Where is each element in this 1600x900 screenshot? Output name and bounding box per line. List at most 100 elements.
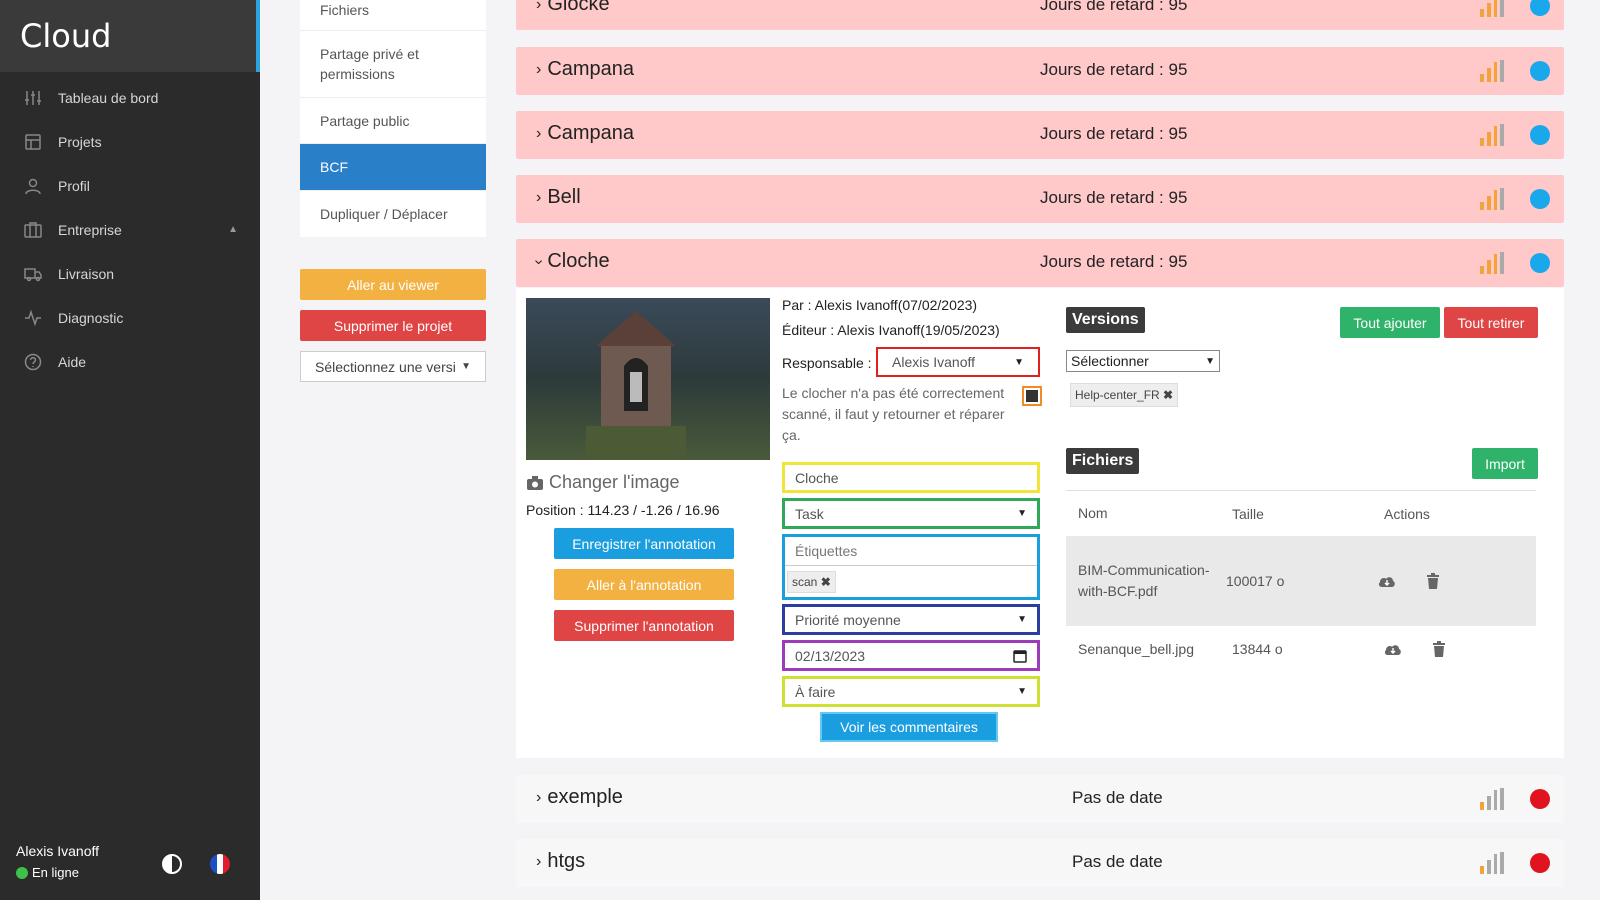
edit-description-icon[interactable] bbox=[1022, 386, 1042, 406]
column-size: Taille bbox=[1232, 505, 1264, 522]
topic-title-label: Bell bbox=[547, 186, 581, 208]
labels-input[interactable]: Étiquettes bbox=[785, 537, 1037, 566]
chevron-down-icon: ▼ bbox=[1014, 356, 1024, 368]
status-select[interactable]: À faire ▼ bbox=[782, 676, 1040, 707]
sidebar-item-label: Entreprise bbox=[58, 222, 122, 238]
position-text: Position : 114.23 / -1.26 / 16.96 bbox=[526, 502, 720, 518]
title-value: Cloche bbox=[795, 469, 839, 486]
status-value: À faire bbox=[795, 683, 836, 700]
priority-bars-icon bbox=[1480, 852, 1504, 874]
menu-item-duplicate[interactable]: Dupliquer / Déplacer bbox=[300, 191, 486, 237]
change-image-button[interactable]: Changer l'image bbox=[526, 472, 680, 493]
sidebar-item-delivery[interactable]: Livraison bbox=[0, 252, 260, 296]
chevron-down-icon: › bbox=[530, 258, 548, 265]
trash-icon[interactable] bbox=[1432, 641, 1446, 657]
version-select[interactable]: Sélectionnez une versi ▼ bbox=[300, 351, 486, 382]
sidebar-item-dashboard[interactable]: Tableau de bord bbox=[0, 76, 260, 120]
topic-row[interactable]: › htgs Pas de date bbox=[516, 839, 1564, 887]
priority-bars-icon bbox=[1480, 124, 1504, 146]
project-menu: Fichiers Partage privé et permissions Pa… bbox=[300, 0, 486, 382]
status-dot-icon bbox=[1530, 189, 1550, 209]
cloud-download-icon[interactable] bbox=[1384, 642, 1402, 656]
brand[interactable]: Cloud bbox=[0, 0, 260, 72]
column-actions: Actions bbox=[1384, 505, 1430, 522]
labels-field[interactable]: Étiquettes scan ✖ bbox=[782, 534, 1040, 600]
editor-text: Éditeur : Alexis Ivanoff(19/05/2023) bbox=[782, 322, 1000, 338]
sidebar-item-company[interactable]: Entreprise ▲ bbox=[0, 208, 260, 252]
topic-row[interactable]: › Glocke Jours de retard : 95 bbox=[516, 0, 1564, 30]
sidebar-item-profile[interactable]: Profil bbox=[0, 164, 260, 208]
topic-title-label: Cloche bbox=[547, 250, 610, 272]
french-flag-icon[interactable] bbox=[210, 854, 230, 874]
save-annotation-button[interactable]: Enregistrer l'annotation bbox=[554, 528, 734, 559]
due-date-input[interactable]: 02/13/2023 bbox=[782, 640, 1040, 671]
cloud-download-icon[interactable] bbox=[1378, 574, 1396, 588]
chevron-down-icon: ▼ bbox=[1017, 508, 1027, 519]
sidebar-item-projects[interactable]: Projets bbox=[0, 120, 260, 164]
version-tag-text: Help-center_FR bbox=[1075, 388, 1160, 402]
table-row: Senanque_bell.jpg 13844 o bbox=[1066, 626, 1536, 672]
topic-due: Jours de retard : 95 bbox=[1040, 124, 1188, 143]
chevron-down-icon: ▼ bbox=[461, 361, 471, 372]
table-header: Nom Taille Actions bbox=[1066, 490, 1536, 536]
type-select[interactable]: Task ▼ bbox=[782, 498, 1040, 529]
delete-project-button[interactable]: Supprimer le projet bbox=[300, 310, 486, 341]
priority-select[interactable]: Priorité moyenne ▼ bbox=[782, 604, 1040, 635]
remove-all-button[interactable]: Tout retirer bbox=[1444, 307, 1538, 338]
chevron-right-icon: › bbox=[536, 788, 542, 806]
priority-bars-icon bbox=[1480, 0, 1504, 17]
responsible-select[interactable]: Alexis Ivanoff ▼ bbox=[876, 347, 1040, 377]
topic-row-expanded[interactable]: › Cloche Jours de retard : 95 bbox=[516, 239, 1564, 287]
topic-title: › Glocke bbox=[536, 0, 610, 16]
chevron-down-icon: ▼ bbox=[1205, 355, 1215, 367]
version-select-detail[interactable]: Sélectionner ▼ bbox=[1066, 350, 1220, 372]
topic-row[interactable]: › Campana Jours de retard : 95 bbox=[516, 111, 1564, 159]
menu-item-bcf[interactable]: BCF bbox=[300, 144, 486, 191]
topic-row[interactable]: › exemple Pas de date bbox=[516, 775, 1564, 823]
view-comments-button[interactable]: Voir les commentaires bbox=[820, 712, 998, 742]
menu-item-public-sharing[interactable]: Partage public bbox=[300, 98, 486, 144]
sidebar-item-label: Projets bbox=[58, 134, 102, 150]
chevron-down-icon: ▼ bbox=[1017, 614, 1027, 625]
calendar-icon[interactable] bbox=[1013, 649, 1027, 663]
type-value: Task bbox=[795, 505, 824, 522]
sidebar-item-help[interactable]: Aide bbox=[0, 340, 260, 384]
priority-bars-icon bbox=[1480, 60, 1504, 82]
add-all-button[interactable]: Tout ajouter bbox=[1340, 307, 1440, 338]
chevron-right-icon: › bbox=[536, 124, 542, 142]
topic-due: Pas de date bbox=[1072, 788, 1163, 807]
contrast-toggle-icon[interactable] bbox=[162, 854, 182, 874]
version-tag: Help-center_FR ✖ bbox=[1070, 383, 1179, 407]
column-name: Nom bbox=[1078, 505, 1108, 521]
description-text: Le clocher n'a pas été correctement scan… bbox=[782, 385, 1005, 443]
responsible-value: Alexis Ivanoff bbox=[892, 354, 976, 370]
help-icon bbox=[24, 353, 42, 371]
status-dot-icon bbox=[1530, 853, 1550, 873]
remove-tag-icon[interactable]: ✖ bbox=[821, 575, 831, 589]
title-input[interactable]: Cloche bbox=[782, 462, 1040, 493]
user-name: Alexis Ivanoff bbox=[16, 843, 100, 859]
topic-row[interactable]: › Campana Jours de retard : 95 bbox=[516, 47, 1564, 95]
import-button[interactable]: Import bbox=[1472, 448, 1538, 479]
label-tag-text: scan bbox=[792, 575, 818, 589]
chevron-up-icon[interactable]: ▲ bbox=[228, 224, 238, 235]
file-actions bbox=[1372, 573, 1530, 589]
goto-annotation-button[interactable]: Aller à l'annotation bbox=[554, 569, 734, 600]
files-table: Nom Taille Actions BIM-Communication-wit… bbox=[1066, 490, 1536, 672]
menu-item-files[interactable]: Fichiers bbox=[300, 0, 486, 31]
trash-icon[interactable] bbox=[1426, 573, 1440, 589]
delete-annotation-button[interactable]: Supprimer l'annotation bbox=[554, 610, 734, 641]
status-dot-icon bbox=[1530, 253, 1550, 273]
go-viewer-button[interactable]: Aller au viewer bbox=[300, 269, 486, 300]
topic-row[interactable]: › Bell Jours de retard : 95 bbox=[516, 175, 1564, 223]
menu-item-private-sharing[interactable]: Partage privé et permissions bbox=[300, 31, 486, 98]
remove-version-icon[interactable]: ✖ bbox=[1163, 388, 1173, 402]
sidebar-item-diagnostic[interactable]: Diagnostic bbox=[0, 296, 260, 340]
topic-title-label: htgs bbox=[547, 850, 586, 872]
priority-bars-icon bbox=[1480, 252, 1504, 274]
priority-bars-icon bbox=[1480, 188, 1504, 210]
user-status: En ligne bbox=[16, 865, 99, 880]
priority-bars-icon bbox=[1480, 788, 1504, 810]
topic-title: › Campana bbox=[536, 58, 634, 81]
sliders-icon bbox=[24, 89, 42, 107]
